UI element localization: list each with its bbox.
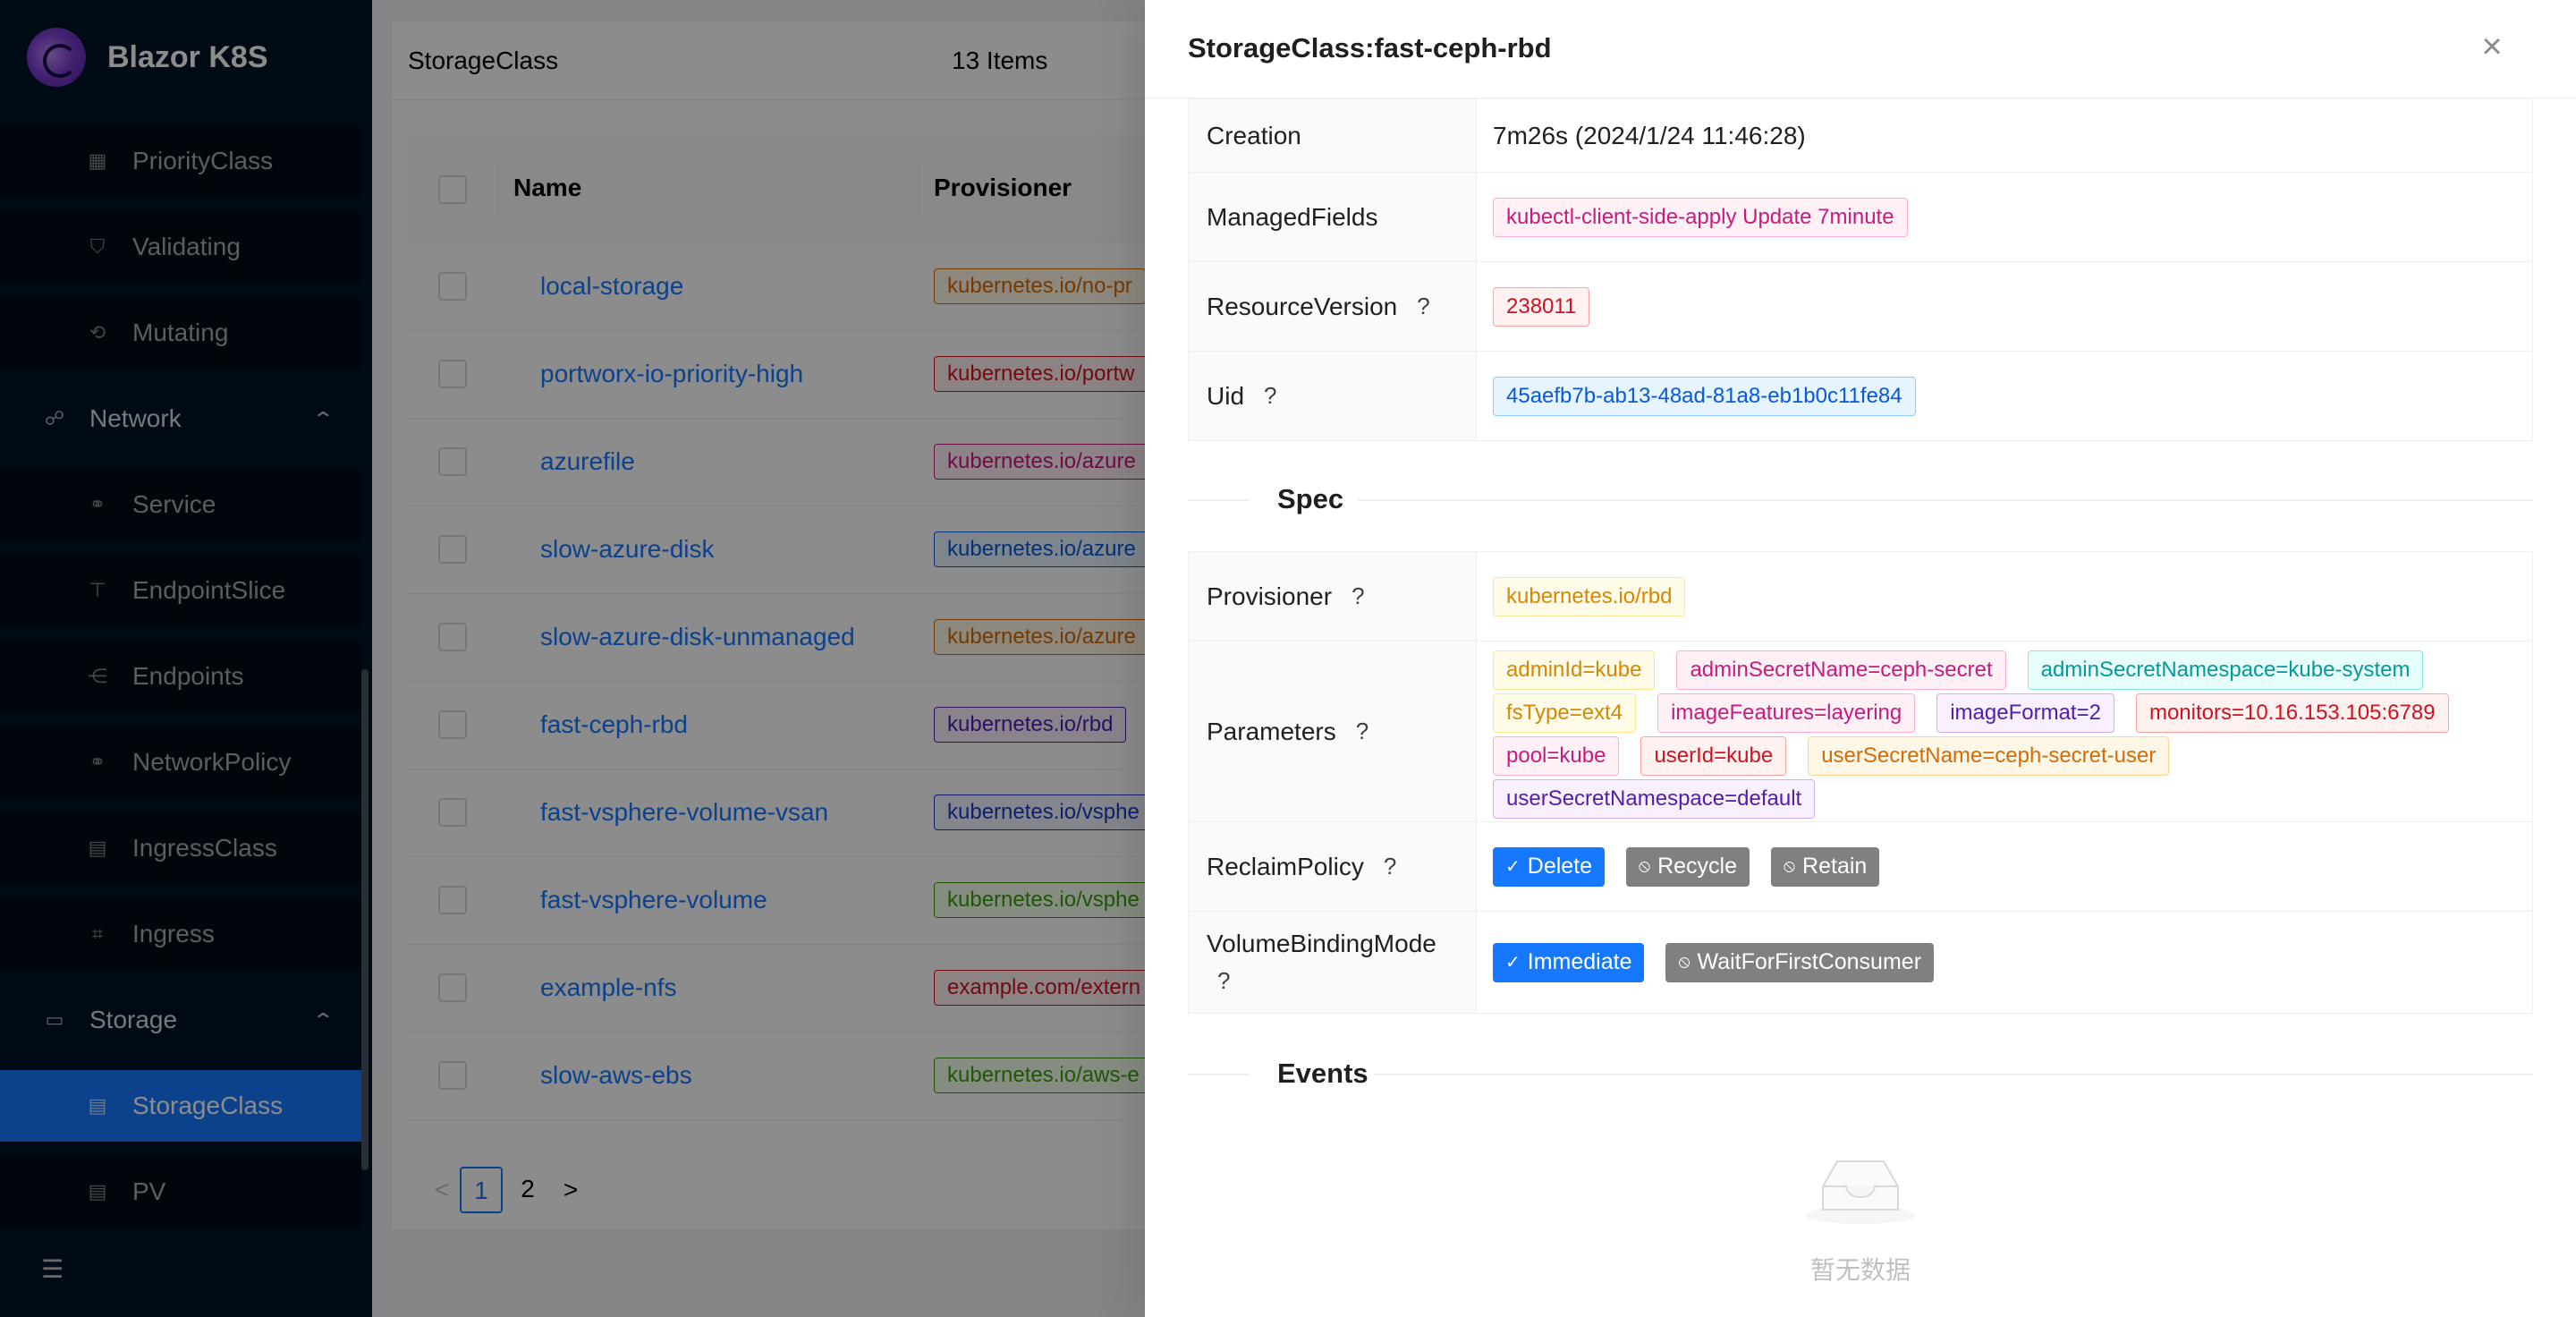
reclaimpolicy-options: ✓ Delete ⦸ Recycle ⦸ Retain (1477, 822, 2532, 911)
parameters-row: Parameters? adminId=kube adminSecretName=… (1189, 641, 2532, 821)
help-icon[interactable]: ? (1417, 293, 1429, 320)
creation-value: 7m26s (2024/1/24 11:46:28) (1493, 121, 1806, 149)
creation-row: Creation 7m26s (2024/1/24 11:46:28) (1189, 98, 2532, 172)
metadata-descriptions: Creation 7m26s (2024/1/24 11:46:28) Mana… (1188, 98, 2533, 441)
reclaimpolicy-delete-option[interactable]: ✓ Delete (1493, 846, 1606, 887)
uid-tag: 45aefb7b-ab13-48ad-81a8-eb1b0c11fe84 (1493, 376, 1916, 416)
drawer-title: StorageClass:fast-ceph-rbd (1188, 32, 1552, 64)
provisioner-tag: kubernetes.io/rbd (1493, 576, 1686, 616)
parameter-tag: fsType=ext4 (1493, 693, 1637, 733)
managedfields-row: ManagedFields kubectl-client-side-apply … (1189, 172, 2532, 261)
volumebindingmode-row: VolumeBindingMode ? ✓ Immediate ⦸ WaitForFi… (1189, 911, 2532, 1013)
resourceversion-label: ResourceVersion? (1189, 262, 1477, 351)
parameter-tag: monitors=10.16.153.105:6789 (2135, 693, 2449, 733)
uid-label: Uid? (1189, 352, 1477, 440)
spec-divider: Spec (1188, 480, 2533, 519)
volumebindingmode-options: ✓ Immediate ⦸ WaitForFirstConsumer (1477, 912, 2532, 1013)
help-icon[interactable]: ? (1356, 718, 1368, 745)
resourceversion-tag: 238011 (1493, 286, 1590, 327)
parameter-tag: userId=kube (1640, 736, 1787, 776)
stop-icon: ⦸ (1784, 856, 1796, 876)
stop-icon: ⦸ (1678, 952, 1690, 972)
check-circle-icon: ✓ (1505, 857, 1521, 877)
parameters-label: Parameters? (1189, 642, 1477, 821)
parameter-tag: imageFeatures=layering (1657, 693, 1916, 733)
help-icon[interactable]: ? (1217, 967, 1230, 995)
reclaimpolicy-recycle-option[interactable]: ⦸ Recycle (1626, 846, 1750, 887)
provisioner-label: Provisioner? (1189, 552, 1477, 641)
reclaimpolicy-retain-option[interactable]: ⦸ Retain (1771, 846, 1880, 887)
parameters-tags: adminId=kube adminSecretName=ceph-secret a… (1477, 642, 2532, 821)
resourceversion-row: ResourceVersion? 238011 (1189, 261, 2532, 351)
events-divider: Events (1188, 1054, 2533, 1093)
parameter-tag: adminSecretName=ceph-secret (1676, 650, 2006, 690)
parameter-tag: adminId=kube (1493, 650, 1656, 690)
check-circle-icon: ✓ (1505, 953, 1521, 973)
help-icon[interactable]: ? (1264, 382, 1276, 410)
help-icon[interactable]: ? (1352, 582, 1364, 610)
parameter-tag: adminSecretNamespace=kube-system (2027, 650, 2424, 690)
reclaimpolicy-row: ReclaimPolicy? ✓ Delete ⦸ Recycle ⦸ Retain (1189, 821, 2532, 911)
spec-descriptions: Provisioner? kubernetes.io/rbd Parameter… (1188, 551, 2533, 1014)
spec-title: Spec (1277, 483, 1344, 514)
managedfields-label: ManagedFields (1189, 173, 1477, 261)
stop-icon: ⦸ (1639, 856, 1651, 876)
empty-inbox-icon (1805, 1160, 1916, 1224)
creation-label: Creation (1189, 99, 1477, 172)
parameter-tag: userSecretNamespace=default (1493, 779, 1816, 819)
bindingmode-waitforfirstconsumer-option[interactable]: ⦸ WaitForFirstConsumer (1665, 942, 1935, 982)
detail-drawer: StorageClass:fast-ceph-rbd × Creation 7m… (1145, 0, 2576, 1317)
drawer-header: StorageClass:fast-ceph-rbd × (1145, 0, 2576, 98)
empty-text: 暂无数据 (1809, 1256, 1911, 1284)
managedfields-tag: kubectl-client-side-apply Update 7minute (1493, 197, 1908, 237)
parameter-tag: pool=kube (1493, 736, 1620, 776)
reclaimpolicy-label: ReclaimPolicy? (1189, 822, 1477, 911)
close-icon[interactable]: × (2472, 29, 2512, 68)
help-icon[interactable]: ? (1384, 853, 1396, 880)
uid-row: Uid? 45aefb7b-ab13-48ad-81a8-eb1b0c11fe8… (1189, 351, 2532, 440)
parameter-tag: imageFormat=2 (1936, 693, 2114, 733)
events-title: Events (1277, 1058, 1368, 1089)
bindingmode-immediate-option[interactable]: ✓ Immediate (1493, 942, 1645, 982)
provisioner-row: Provisioner? kubernetes.io/rbd (1189, 551, 2532, 641)
parameter-tag: userSecretName=ceph-secret-user (1808, 736, 2170, 776)
volumebindingmode-label: VolumeBindingMode ? (1189, 912, 1477, 1013)
